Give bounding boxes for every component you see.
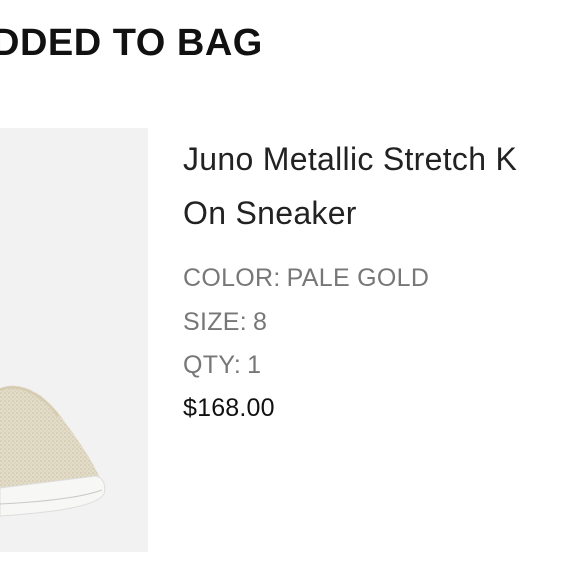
size-value: 8 <box>253 308 268 336</box>
sneaker-image-icon <box>0 385 106 517</box>
product-name-line-1: Juno Metallic Stretch K <box>183 141 518 177</box>
page-title: DDED TO BAG <box>0 22 263 64</box>
product-name-line-2: On Sneaker <box>183 195 357 231</box>
color-value: PALE GOLD <box>286 264 430 292</box>
added-to-bag-panel: DDED TO BAG Juno Metallic Stretch K On S… <box>0 0 580 580</box>
product-quantity: QTY: 1 <box>183 353 261 378</box>
product-name[interactable]: Juno Metallic Stretch K On Sneaker <box>183 132 580 240</box>
qty-value: 1 <box>247 351 262 379</box>
color-label: COLOR: <box>183 264 281 292</box>
size-label: SIZE: <box>183 308 248 336</box>
product-image[interactable] <box>0 128 148 552</box>
qty-label: QTY: <box>183 351 242 379</box>
product-color: COLOR: PALE GOLD <box>183 266 429 291</box>
product-size: SIZE: 8 <box>183 310 267 335</box>
product-price: $168.00 <box>183 394 275 422</box>
